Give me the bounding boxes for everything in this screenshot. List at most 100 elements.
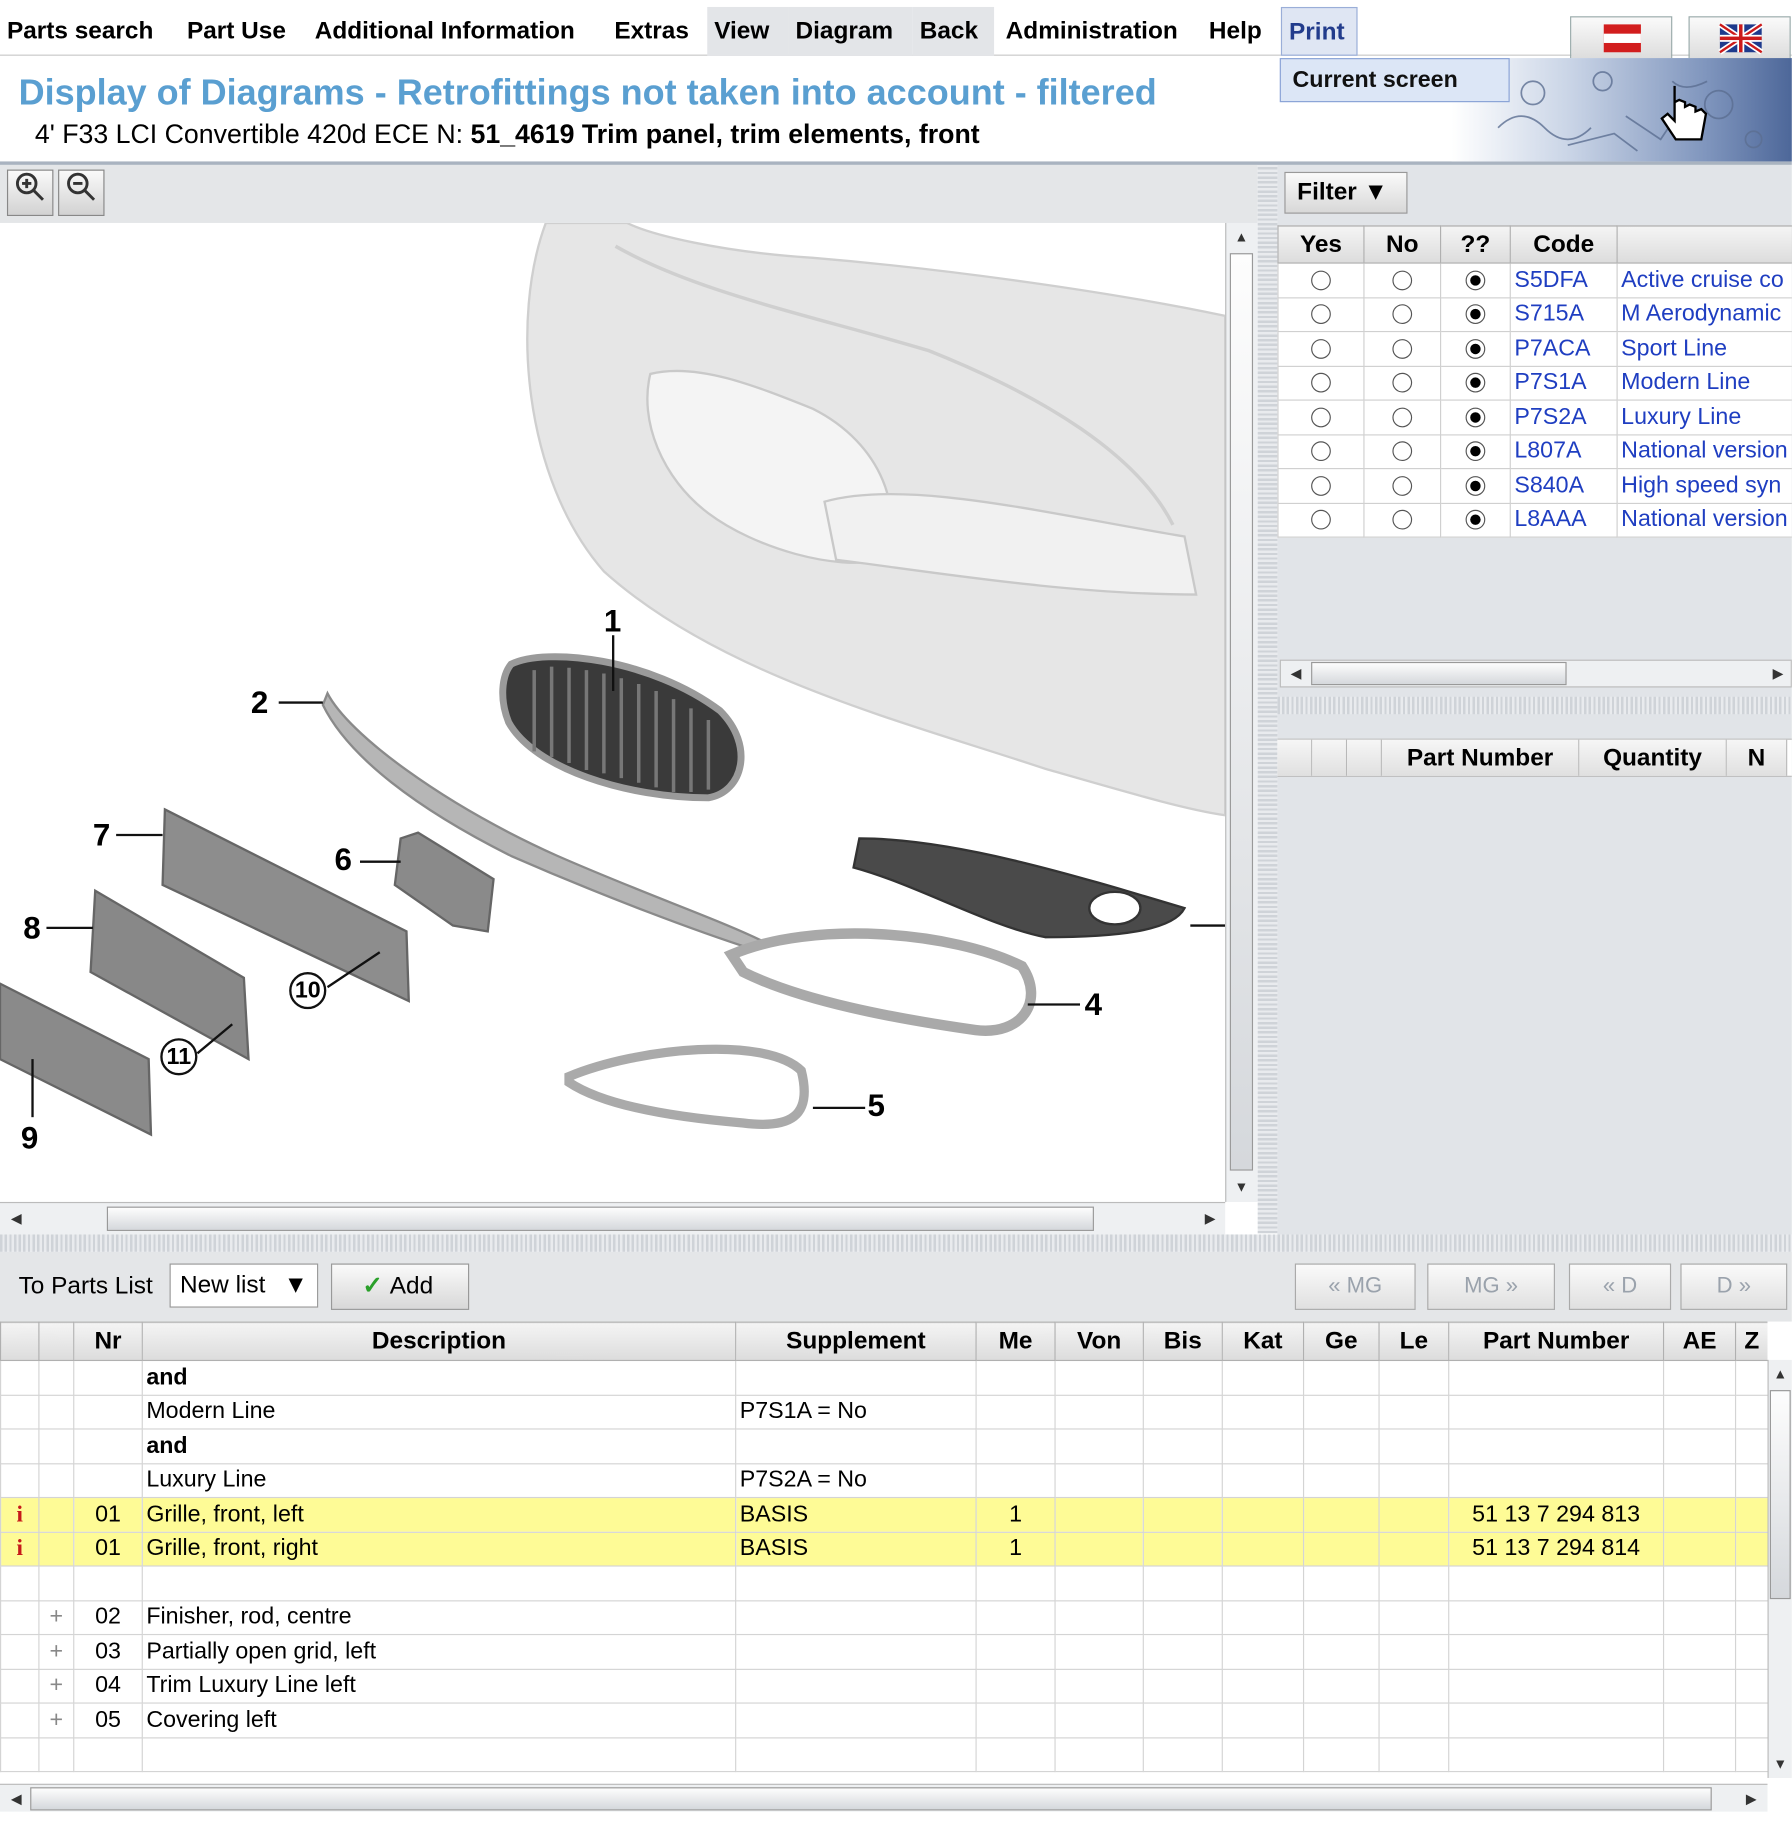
filter-row[interactable]: P7S1A Modern Line (1277, 365, 1792, 401)
filter-row[interactable]: P7ACA Sport Line (1277, 330, 1792, 367)
scroll-down-icon[interactable]: ▼ (1227, 1173, 1255, 1201)
filter-code[interactable]: S715A (1509, 296, 1618, 333)
table-row[interactable]: +04 Trim Luxury Line left (0, 1668, 1768, 1704)
parts-vscroll-thumb[interactable] (1769, 1390, 1791, 1600)
info-icon[interactable] (0, 1736, 40, 1773)
filter-row[interactable]: L8AAA National version (1277, 502, 1792, 538)
parts-horizontal-scrollbar[interactable]: ◀ ▶ (0, 1783, 1768, 1813)
expand-icon[interactable]: + (38, 1702, 75, 1738)
col-nr[interactable]: Nr (73, 1321, 143, 1362)
expand-icon[interactable] (38, 1394, 75, 1430)
info-icon[interactable]: i (0, 1496, 40, 1533)
menu-part-use[interactable]: Part Use (180, 7, 293, 56)
row-part-number[interactable]: 51 13 7 294 814 (1448, 1531, 1665, 1567)
uk-flag-button[interactable] (1688, 16, 1791, 61)
filter-row[interactable]: S840A High speed syn (1277, 468, 1792, 504)
horizontal-splitter[interactable] (0, 1234, 1792, 1252)
info-icon[interactable] (0, 1633, 40, 1670)
col-ae[interactable]: AE (1662, 1321, 1737, 1362)
filter-hscroll-thumb[interactable] (1311, 661, 1567, 686)
info-icon[interactable] (0, 1599, 40, 1636)
parts-hscroll-thumb[interactable] (30, 1787, 1712, 1811)
scroll-right-icon[interactable]: ▶ (1196, 1204, 1224, 1232)
expand-icon[interactable] (38, 1531, 75, 1567)
filter-description[interactable]: Sport Line (1616, 330, 1792, 367)
col-me[interactable]: Me (975, 1321, 1056, 1362)
radio-yes[interactable] (1277, 296, 1365, 333)
col-kat[interactable]: Kat (1221, 1321, 1305, 1362)
row-part-number[interactable] (1448, 1736, 1665, 1773)
parts-list-select[interactable]: New list ▼ (169, 1263, 319, 1308)
filter-description[interactable]: Modern Line (1616, 365, 1792, 401)
menu-view[interactable]: View (707, 6, 789, 56)
callout-8[interactable]: 8 (23, 910, 40, 946)
filter-description[interactable]: High speed syn (1616, 468, 1792, 504)
col-supplement[interactable]: Supplement (735, 1321, 977, 1362)
parts-vertical-scrollbar[interactable]: ▲ ▼ (1767, 1359, 1792, 1778)
radio-no[interactable] (1363, 296, 1442, 333)
radio-no[interactable] (1363, 365, 1442, 401)
filter-code[interactable]: P7ACA (1509, 330, 1618, 367)
row-part-number[interactable] (1448, 1633, 1665, 1670)
expand-icon[interactable] (38, 1565, 75, 1601)
filter-row[interactable]: L807A National version (1277, 433, 1792, 470)
filter-code[interactable]: L807A (1509, 433, 1618, 470)
filter-code[interactable]: P7S2A (1509, 399, 1618, 435)
info-icon[interactable] (0, 1668, 40, 1704)
expand-icon[interactable] (38, 1359, 75, 1396)
scroll-up-icon[interactable]: ▲ (1227, 223, 1255, 251)
table-row[interactable]: i 01 Grille, front, right BASIS 1 51 13 7 294… (0, 1531, 1768, 1567)
menu-additional-information[interactable]: Additional Information (308, 7, 582, 56)
scroll-left-icon[interactable]: ◀ (2, 1785, 30, 1813)
menu-help[interactable]: Help (1202, 7, 1269, 56)
diagram-horizontal-scrollbar[interactable]: ◀ ▶ (0, 1201, 1226, 1235)
filter-code[interactable]: S840A (1509, 468, 1618, 504)
callout-1[interactable]: 1 (604, 604, 621, 640)
radio-yes[interactable] (1277, 262, 1365, 298)
col-yes[interactable]: Yes (1277, 225, 1365, 264)
table-row[interactable]: +05 Covering left (0, 1702, 1768, 1738)
table-row[interactable]: +03 Partially open grid, left (0, 1633, 1768, 1670)
radio-no[interactable] (1363, 433, 1442, 470)
col-n[interactable]: N (1726, 739, 1788, 776)
scroll-right-icon[interactable]: ▶ (1737, 1785, 1765, 1813)
callout-4[interactable]: 4 (1085, 987, 1102, 1023)
col-ge[interactable]: Ge (1302, 1321, 1380, 1362)
radio-yes[interactable] (1277, 330, 1365, 367)
col-part-number[interactable]: Part Number (1381, 739, 1580, 776)
radio-yes[interactable] (1277, 468, 1365, 504)
table-row[interactable]: Modern Line P7S1A = No (0, 1394, 1768, 1430)
radio-no[interactable] (1363, 502, 1442, 538)
row-part-number[interactable] (1448, 1668, 1665, 1704)
radio-no[interactable] (1363, 330, 1442, 367)
col-unknown[interactable]: ?? (1440, 225, 1511, 264)
filter-row[interactable]: S5DFA Active cruise co (1277, 262, 1792, 298)
table-row[interactable] (0, 1565, 1768, 1601)
radio-unknown[interactable] (1440, 468, 1511, 504)
austria-flag-button[interactable] (1570, 16, 1673, 61)
filter-row[interactable]: S715A M Aerodynamic (1277, 296, 1792, 333)
table-row[interactable]: i 01 Grille, front, left BASIS 1 51 13 7 294 … (0, 1496, 1768, 1533)
row-part-number[interactable] (1448, 1359, 1665, 1396)
callout-9[interactable]: 9 (21, 1121, 38, 1157)
filter-row[interactable]: P7S2A Luxury Line (1277, 399, 1792, 435)
callout-11[interactable]: 11 (160, 1038, 198, 1076)
parts-diagram[interactable]: 1 2 4 5 6 7 8 9 10 11 (0, 222, 1226, 1202)
col-mark[interactable] (0, 1321, 40, 1362)
right-splitter[interactable] (1277, 696, 1792, 715)
scroll-right-icon[interactable]: ▶ (1764, 660, 1792, 688)
table-row[interactable]: Luxury Line P7S2A = No (0, 1462, 1768, 1499)
radio-no[interactable] (1363, 262, 1442, 298)
prev-mg-button[interactable]: « MG (1294, 1263, 1416, 1310)
zoom-out-button[interactable] (58, 169, 105, 217)
menu-administration[interactable]: Administration (999, 7, 1185, 56)
expand-icon[interactable] (38, 1496, 75, 1533)
expand-icon[interactable]: + (38, 1633, 75, 1670)
callout-10[interactable]: 10 (289, 972, 327, 1010)
radio-no[interactable] (1363, 468, 1442, 504)
info-icon[interactable] (0, 1394, 40, 1430)
radio-unknown[interactable] (1440, 365, 1511, 401)
expand-icon[interactable] (38, 1428, 75, 1464)
callout-2[interactable]: 2 (251, 685, 268, 721)
table-row[interactable]: +02 Finisher, rod, centre (0, 1599, 1768, 1636)
